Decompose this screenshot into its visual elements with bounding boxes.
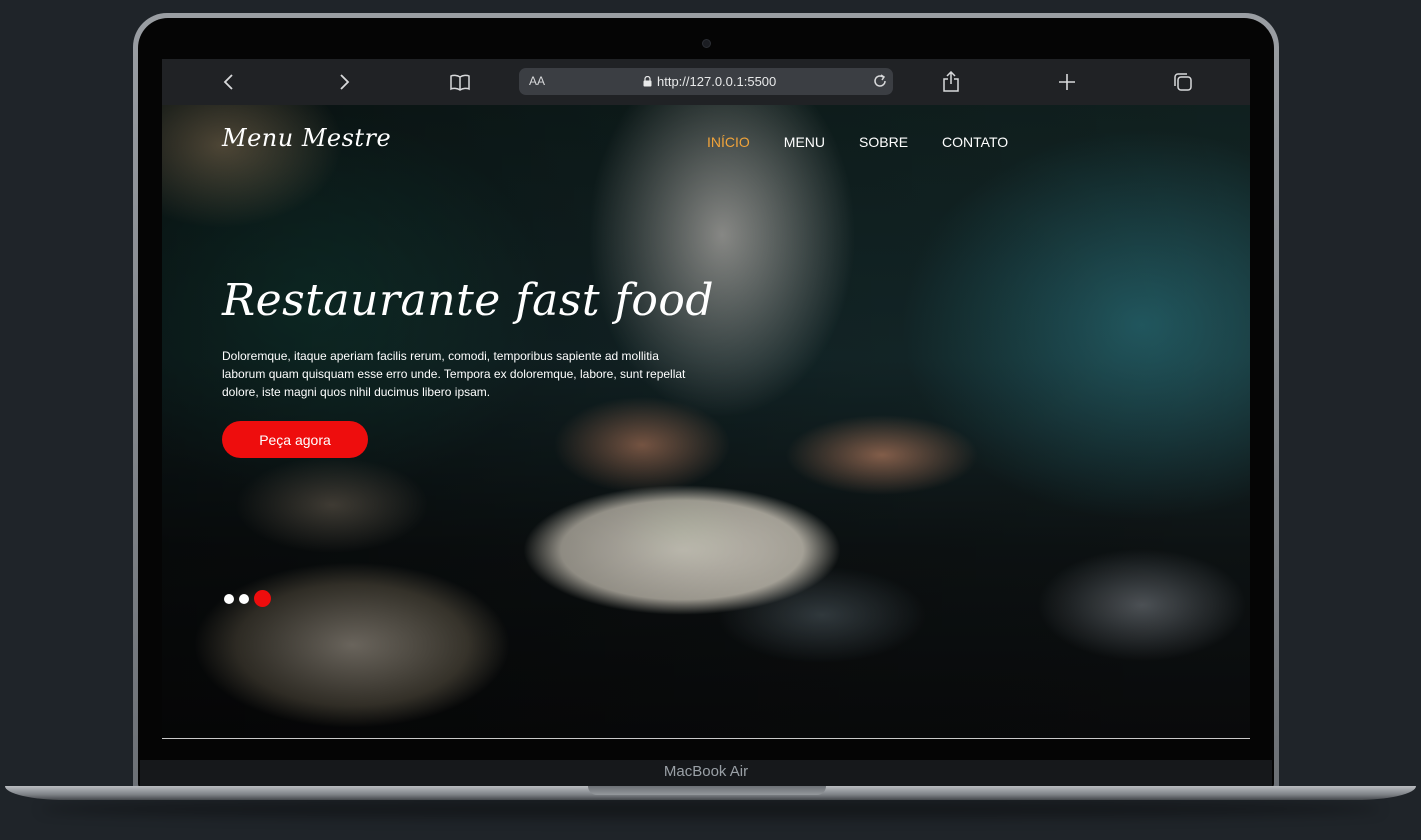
nav-item-menu[interactable]: MENU [784, 134, 825, 150]
hero-description: Doloremque, itaque aperiam facilis rerum… [222, 349, 686, 399]
nav-item-contato[interactable]: CONTATO [942, 134, 1008, 150]
hero-title: Restaurante fast food [222, 275, 715, 326]
url-display[interactable]: http://127.0.0.1:5500 [643, 74, 776, 89]
order-now-button[interactable]: Peça agora [222, 421, 368, 458]
nav-item-sobre[interactable]: SOBRE [859, 134, 908, 150]
site-logo[interactable]: Menu Mestre [222, 124, 391, 152]
forward-icon[interactable] [331, 69, 357, 95]
camera-icon [702, 39, 711, 48]
back-icon[interactable] [216, 69, 242, 95]
slider-dots [224, 590, 271, 607]
reload-icon[interactable] [872, 73, 888, 93]
slider-dot-1[interactable] [224, 593, 234, 604]
laptop-shadow [40, 800, 1381, 818]
slider-dot-2[interactable] [239, 593, 249, 604]
reader-button[interactable]: AA [529, 74, 545, 88]
new-tab-icon[interactable] [1054, 69, 1080, 95]
main-nav: INÍCIO MENU SOBRE CONTATO [707, 134, 1008, 150]
tabs-icon[interactable] [1170, 69, 1196, 95]
share-icon[interactable] [938, 69, 964, 95]
hero-section: Menu Mestre INÍCIO MENU SOBRE CONTATO Re… [162, 105, 1250, 738]
laptop-notch [588, 786, 826, 795]
screen-divider [162, 738, 1250, 739]
lock-icon [643, 76, 652, 87]
address-bar[interactable]: AA http://127.0.0.1:5500 [519, 68, 893, 95]
url-text: http://127.0.0.1:5500 [657, 74, 777, 89]
bookmarks-icon[interactable] [447, 69, 473, 95]
slider-dot-3[interactable] [254, 590, 271, 607]
device-label: MacBook Air [663, 763, 749, 780]
browser-toolbar: AA http://127.0.0.1:5500 [162, 59, 1250, 105]
nav-item-inicio[interactable]: INÍCIO [707, 134, 750, 150]
screen: AA http://127.0.0.1:5500 Menu Mestre INÍ… [162, 59, 1250, 739]
